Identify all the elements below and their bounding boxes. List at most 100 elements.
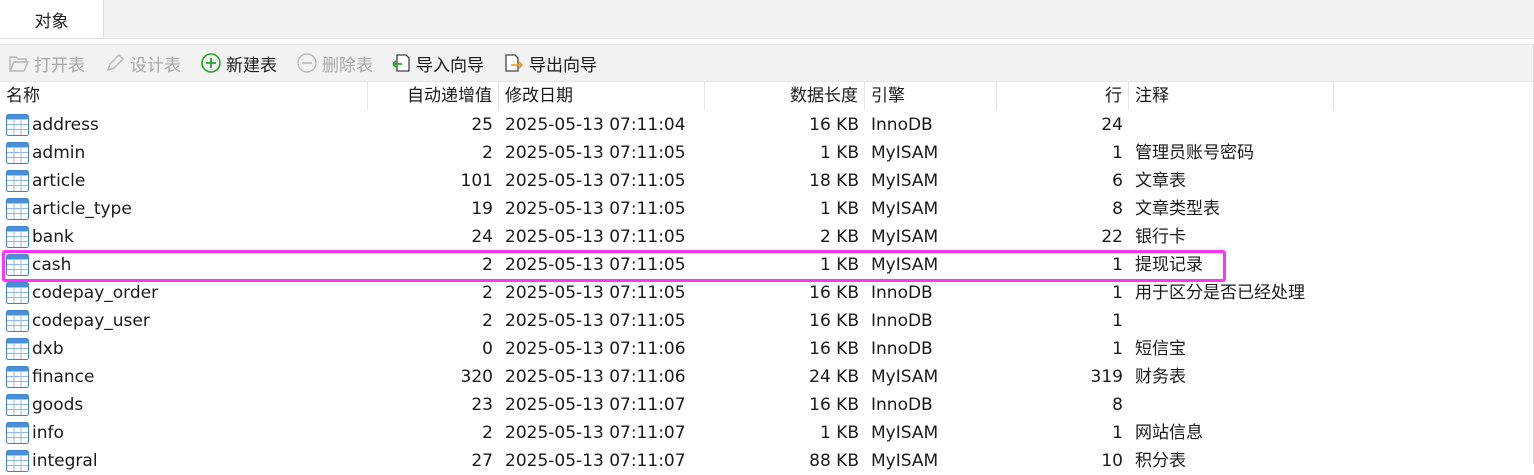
table-row[interactable]: dxb 0 2025-05-13 07:11:06 16 KB InnoDB 1 短信宝	[0, 335, 1534, 363]
cell-auto-increment: 2	[482, 311, 493, 331]
cell-engine: MyISAM	[871, 143, 939, 163]
delete-table-label: 删除表	[322, 55, 373, 76]
cell-modified: 2025-05-13 07:11:05	[505, 227, 686, 247]
cell-rows: 319	[1090, 367, 1123, 387]
table-row[interactable]: integral 27 2025-05-13 07:11:07 88 KB MyISAM…	[0, 447, 1534, 475]
tab-objects[interactable]: 对象	[0, 0, 104, 38]
table-row[interactable]: finance 320 2025-05-13 07:11:06 24 KB MyISAM…	[0, 363, 1534, 391]
cell-modified: 2025-05-13 07:11:06	[505, 339, 686, 359]
table-row[interactable]: info 2 2025-05-13 07:11:07 1 KB MyISAM 1 网站信息	[0, 419, 1534, 447]
import-wizard-label: 导入向导	[416, 55, 484, 76]
cell-engine: MyISAM	[871, 227, 939, 247]
cell-modified: 2025-05-13 07:11:04	[505, 115, 686, 135]
cell-auto-increment: 101	[460, 171, 493, 191]
cell-engine: InnoDB	[871, 311, 933, 331]
cell-modified: 2025-05-13 07:11:05	[505, 283, 686, 303]
delete-table-button[interactable]: 删除表	[296, 45, 373, 81]
new-table-button[interactable]: 新建表	[200, 45, 277, 81]
cell-engine: InnoDB	[871, 115, 933, 135]
table-row[interactable]: cash 2 2025-05-13 07:11:05 1 KB MyISAM 1 提现记录	[0, 251, 1534, 279]
cell-name: info	[32, 423, 64, 443]
export-wizard-button[interactable]: 导出向导	[503, 45, 597, 81]
table-row[interactable]: article_type 19 2025-05-13 07:11:05 1 KB MyI…	[0, 195, 1534, 223]
cell-comment	[1129, 307, 1389, 335]
cell-comment: 文章表	[1135, 171, 1186, 191]
table-header: 名称 自动递增值 修改日期 数据长度 引擎 行 注释	[0, 82, 1534, 110]
cell-comment	[1129, 391, 1389, 419]
cell-engine: MyISAM	[871, 423, 939, 443]
cell-modified: 2025-05-13 07:11:05	[505, 171, 686, 191]
cell-name: cash	[32, 255, 72, 275]
table-row[interactable]: admin 2 2025-05-13 07:11:05 1 KB MyISAM 1 管理员账…	[0, 139, 1534, 167]
cell-data-length: 1 KB	[819, 423, 859, 443]
cell-auto-increment: 25	[471, 115, 493, 135]
cell-auto-increment: 2	[482, 283, 493, 303]
plus-circle-icon	[200, 52, 222, 74]
cell-auto-increment: 23	[471, 395, 493, 415]
cell-name: address	[32, 115, 99, 135]
cell-comment: 财务表	[1135, 367, 1186, 387]
column-header-engine[interactable]: 引擎	[865, 82, 997, 110]
table-row[interactable]: codepay_order 2 2025-05-13 07:11:05 16 KB In…	[0, 279, 1534, 307]
cell-modified: 2025-05-13 07:11:06	[505, 367, 686, 387]
cell-comment: 积分表	[1135, 451, 1186, 471]
cell-name: dxb	[32, 339, 64, 359]
cell-rows: 1	[1112, 423, 1123, 443]
cell-comment	[1129, 111, 1389, 139]
pencil-icon	[104, 52, 126, 74]
cell-data-length: 2 KB	[819, 227, 859, 247]
cell-name: article_type	[32, 199, 132, 219]
cell-comment: 管理员账号密码	[1135, 143, 1254, 163]
cell-rows: 8	[1112, 395, 1123, 415]
cell-data-length: 24 KB	[809, 367, 859, 387]
cell-comment: 短信宝	[1135, 339, 1186, 359]
cell-rows: 10	[1101, 451, 1123, 471]
cell-engine: MyISAM	[871, 171, 939, 191]
cell-modified: 2025-05-13 07:11:07	[505, 423, 686, 443]
cell-name: integral	[32, 451, 98, 471]
cell-engine: InnoDB	[871, 283, 933, 303]
cell-rows: 1	[1112, 255, 1123, 275]
tab-bar: 对象	[0, 0, 1534, 39]
import-wizard-button[interactable]: 导入向导	[390, 45, 484, 81]
cell-data-length: 1 KB	[819, 199, 859, 219]
column-header-name[interactable]: 名称	[0, 82, 368, 110]
table-row[interactable]: codepay_user 2 2025-05-13 07:11:05 16 KB Inn…	[0, 307, 1534, 335]
cell-auto-increment: 19	[471, 199, 493, 219]
column-header-data-length[interactable]: 数据长度	[705, 82, 865, 110]
cell-engine: MyISAM	[871, 451, 939, 471]
cell-comment: 提现记录	[1135, 255, 1203, 275]
cell-engine: MyISAM	[871, 199, 939, 219]
cell-data-length: 16 KB	[809, 395, 859, 415]
export-wizard-label: 导出向导	[529, 55, 597, 76]
table-row[interactable]: bank 24 2025-05-13 07:11:05 2 KB MyISAM 22 银行卡	[0, 223, 1534, 251]
cell-auto-increment: 2	[482, 143, 493, 163]
cell-name: admin	[32, 143, 86, 163]
cell-data-length: 18 KB	[809, 171, 859, 191]
cell-rows: 24	[1101, 115, 1123, 135]
cell-rows: 1	[1112, 143, 1123, 163]
cell-comment: 网站信息	[1135, 423, 1203, 443]
cell-name: goods	[32, 395, 84, 415]
table-row[interactable]: article 101 2025-05-13 07:11:05 18 KB MyISAM…	[0, 167, 1534, 195]
table-row[interactable]: address 25 2025-05-13 07:11:04 16 KB InnoDB 2…	[0, 111, 1534, 139]
cell-name: article	[32, 171, 86, 191]
column-header-modified[interactable]: 修改日期	[499, 82, 705, 110]
design-table-button[interactable]: 设计表	[104, 45, 181, 81]
cell-auto-increment: 27	[471, 451, 493, 471]
column-header-auto-increment[interactable]: 自动递增值	[368, 82, 499, 110]
open-table-button[interactable]: 打开表	[8, 45, 85, 81]
cell-auto-increment: 2	[482, 255, 493, 275]
cell-rows: 1	[1112, 283, 1123, 303]
cell-modified: 2025-05-13 07:11:07	[505, 451, 686, 471]
minus-circle-icon	[296, 52, 318, 74]
cell-comment: 用于区分是否已经处理	[1135, 283, 1305, 303]
cell-modified: 2025-05-13 07:11:05	[505, 311, 686, 331]
table-row[interactable]: goods 23 2025-05-13 07:11:07 16 KB InnoDB 8	[0, 391, 1534, 419]
cell-engine: MyISAM	[871, 367, 939, 387]
cell-comment: 文章类型表	[1135, 199, 1220, 219]
cell-rows: 1	[1112, 339, 1123, 359]
cell-engine: InnoDB	[871, 339, 933, 359]
column-header-rows[interactable]: 行	[997, 82, 1129, 110]
column-header-comment[interactable]: 注释	[1129, 82, 1334, 110]
